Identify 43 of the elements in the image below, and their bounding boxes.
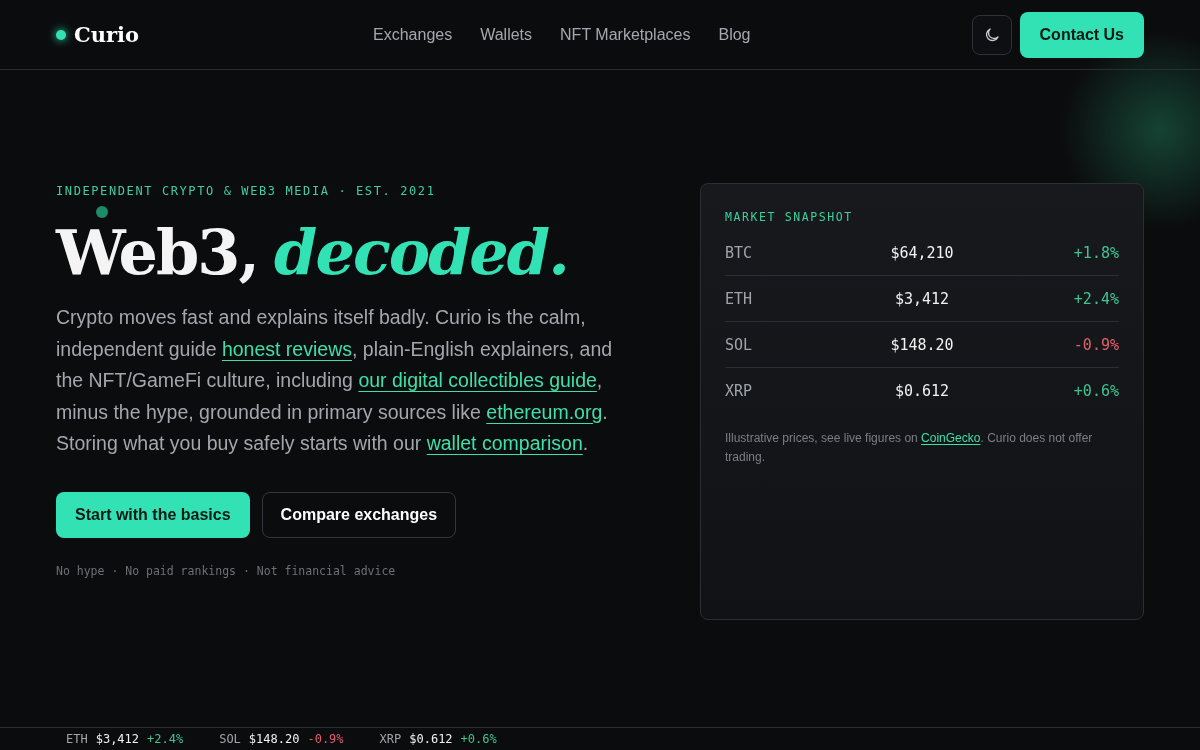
price-change: -0.9% xyxy=(1072,335,1119,354)
coin-price: $3,412 xyxy=(893,289,951,308)
ticker-price: $148.20 xyxy=(248,732,300,746)
accent-dot xyxy=(96,206,108,218)
price-change: +1.8% xyxy=(1072,243,1119,262)
start-button[interactable]: Start with the basics xyxy=(56,491,250,538)
ticker-change: +0.6% xyxy=(460,732,497,746)
contact-button[interactable]: Contact Us xyxy=(1019,11,1144,58)
ticker-symbol: ETH xyxy=(66,732,88,746)
text-link[interactable]: wallet comparison xyxy=(426,432,583,454)
headline: Web3, xyxy=(56,218,259,288)
ticker-symbol: SOL xyxy=(219,732,241,746)
logo-dot-icon xyxy=(56,29,66,40)
coin-symbol: ETH xyxy=(725,289,754,308)
nav-link[interactable]: Wallets xyxy=(480,25,533,44)
coin-price: $64,210 xyxy=(889,243,955,262)
text-link[interactable]: ethereum.org xyxy=(486,400,603,423)
price-note: Illustrative prices, see live figures on CoinGecko. Curio does not offer trading. xyxy=(725,430,1094,466)
compare-button[interactable]: Compare exchanges xyxy=(261,491,457,538)
price-change: +2.4% xyxy=(1072,289,1119,308)
ticker-price: $0.612 xyxy=(409,732,453,746)
nav-link[interactable]: Exchanges xyxy=(373,25,453,44)
coin-symbol: BTC xyxy=(725,243,754,262)
text-link[interactable]: our digital collectibles guide xyxy=(358,369,597,391)
text-link[interactable]: honest reviews xyxy=(221,337,352,360)
ticker-symbol: XRP xyxy=(379,732,402,746)
nav-link[interactable]: NFT Marketplaces xyxy=(560,25,691,44)
coin-price: $148.20 xyxy=(889,335,955,354)
headline-accent: decoded. xyxy=(274,218,568,288)
price-change: +0.6% xyxy=(1072,381,1119,400)
ticker-price: $3,412 xyxy=(95,732,140,746)
theme-toggle-button[interactable] xyxy=(971,14,1012,55)
coin-symbol: SOL xyxy=(725,335,754,354)
card-title: MARKET SNAPSHOT xyxy=(725,210,854,224)
coin-price: $0.612 xyxy=(893,381,951,400)
coin-symbol: XRP xyxy=(725,381,754,400)
ticker-change: +2.4% xyxy=(147,732,184,746)
intro-paragraph: Crypto moves fast and explains itself badly. Curio is the calm, independent guide honest reviews, plain-English explainers, and the NFT/GameFi culture, including our digital collectibles guide, minus the hype, grounded in primary sources like ethereum.org. Storing what you buy safely starts with our wallet comparison. xyxy=(56,305,614,456)
nav-link[interactable]: Blog xyxy=(718,25,751,44)
disclaimer-text: No hype · No paid rankings · Not financial advice xyxy=(56,563,397,578)
logo[interactable]: Curio xyxy=(74,22,140,47)
ticker-change: -0.9% xyxy=(307,732,344,746)
eyebrow-text: INDEPENDENT CRYPTO & WEB3 MEDIA · EST. 2021 xyxy=(56,184,437,198)
